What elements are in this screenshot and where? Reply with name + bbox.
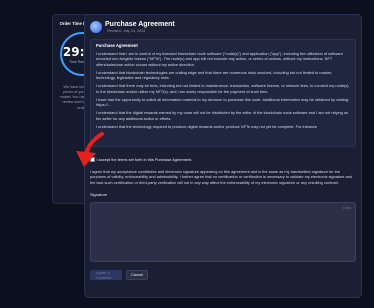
clear-signature-button[interactable]: Clear (342, 206, 351, 210)
agreement-paragraph: I understand that the technology require… (96, 123, 318, 129)
purchase-agreement-panel: Purchase Agreement Revised: July 24, 202… (84, 14, 362, 298)
action-buttons: Agree & Continue Cancel (90, 269, 356, 280)
page-title: Purchase Agreement (105, 21, 175, 28)
agree-continue-button[interactable]: Agree & Continue (90, 269, 122, 280)
agreement-paragraph: I understand that there may be fees, inc… (96, 83, 349, 94)
agreement-text-box[interactable]: Purchase Agreement I understand that I a… (90, 39, 356, 147)
agreement-heading: Purchase Agreement (96, 43, 138, 48)
e-signature-acknowledgement: I agree that my acceptance constitutes a… (90, 169, 353, 185)
cancel-button[interactable]: Cancel (126, 269, 148, 280)
agreement-paragraph: I understand that I am in control of my … (96, 51, 343, 67)
brand-logo-icon (90, 21, 102, 33)
accept-terms-label[interactable]: I accept the terms set forth in this Pur… (97, 157, 193, 162)
agreement-paragraph: I understand that the digital rewards ea… (96, 110, 349, 121)
agreement-paragraph: I have had the opportunity to solicit al… (96, 96, 350, 108)
signature-pad[interactable]: Clear (90, 201, 356, 262)
revised-date: Revised: July 24, 2024 (107, 29, 146, 33)
agreement-paragraph: I understand that blockchain technologie… (96, 69, 333, 81)
red-arrow-icon (76, 132, 104, 167)
agreement-header: Purchase Agreement Revised: July 24, 202… (90, 19, 356, 35)
signature-label: Signature (90, 191, 108, 197)
accept-terms-row[interactable]: I accept the terms set forth in this Pur… (90, 157, 356, 162)
